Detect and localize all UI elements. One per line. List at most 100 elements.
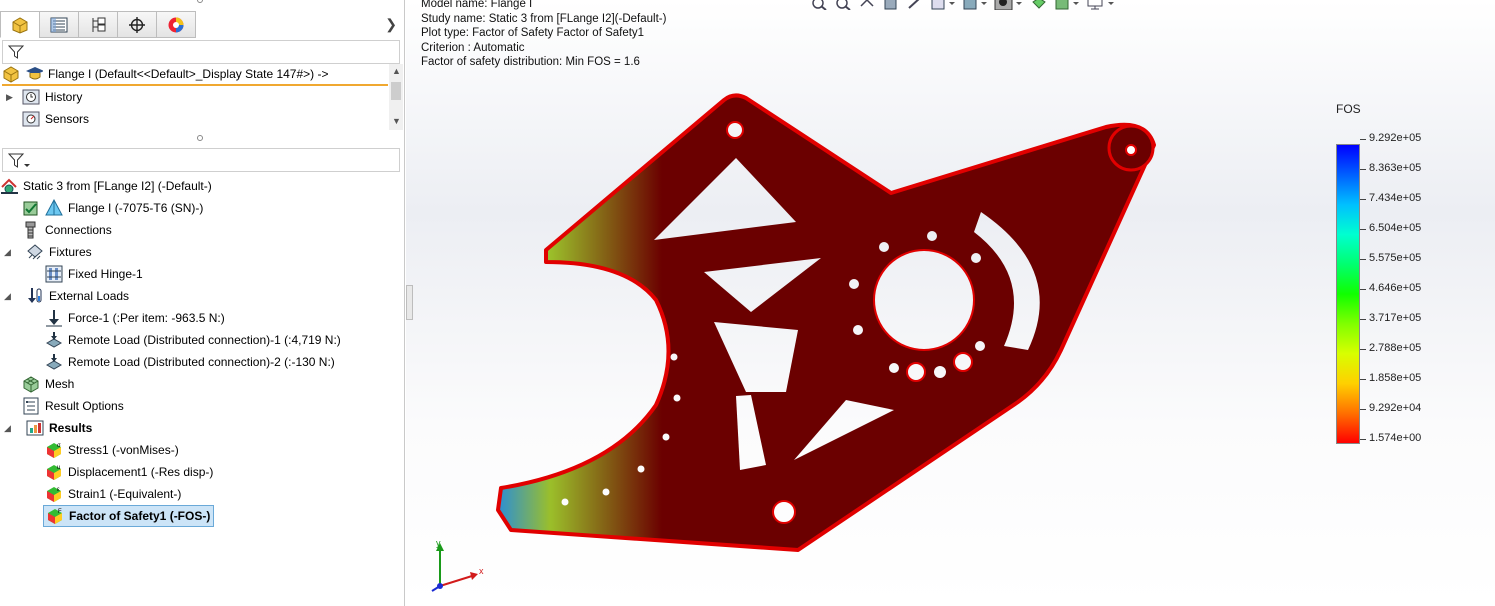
configuration-manager-icon	[92, 17, 106, 32]
tree-item-external-loads[interactable]: ◢ External Loads	[0, 285, 129, 307]
tab-property-manager[interactable]	[39, 11, 79, 38]
scroll-up-icon[interactable]: ▲	[392, 66, 401, 76]
strain-label: Strain1 (-Equivalent-)	[68, 487, 182, 501]
tree-item-results[interactable]: ◢ Results	[0, 417, 92, 439]
splitter-grip-icon[interactable]	[197, 135, 203, 141]
study-root-label: Static 3 from [FLange I2] (-Default-)	[23, 179, 212, 193]
collapse-arrow-icon[interactable]: ◢	[4, 423, 14, 433]
tree-item-fixtures[interactable]: ◢ Fixtures	[0, 241, 92, 263]
tree-item-label: History	[45, 90, 83, 104]
feature-manager-icon	[12, 16, 28, 34]
manager-tabs: ❯	[0, 8, 405, 38]
tree-item-connections[interactable]: Connections	[22, 219, 112, 241]
fixed-hinge-label: Fixed Hinge-1	[68, 267, 143, 281]
history-icon	[22, 88, 40, 106]
solid-body-check-icon	[22, 199, 40, 217]
tree-item-fixed-hinge[interactable]: Fixed Hinge-1	[45, 263, 143, 285]
legend-tick-label: 5.575e+05	[1359, 252, 1422, 264]
collapse-arrow-icon[interactable]: ◢	[4, 247, 14, 257]
tree-item-strain[interactable]: ε Strain1 (-Equivalent-)	[45, 483, 181, 505]
tree-item-remote-load-1[interactable]: Remote Load (Distributed connection)-1 (…	[45, 329, 341, 351]
svg-text:σ: σ	[57, 443, 61, 449]
remote-load-1-label: Remote Load (Distributed connection)-1 (…	[68, 333, 341, 347]
scroll-down-icon[interactable]: ▼	[392, 116, 401, 126]
tree-item-remote-load-2[interactable]: Remote Load (Distributed connection)-2 (…	[45, 351, 335, 373]
legend-title: FOS	[1336, 102, 1361, 116]
mesh-icon	[22, 375, 40, 393]
chevron-right-icon[interactable]: ❯	[385, 16, 397, 33]
panel-grip-icon[interactable]	[197, 0, 203, 3]
tab-configuration-manager[interactable]	[78, 11, 118, 38]
study-tree-root[interactable]: Static 3 from [FLange I2] (-Default-)	[0, 175, 212, 197]
stress-plot-icon: σ	[45, 441, 63, 459]
svg-text:u: u	[57, 465, 60, 471]
legend-tick-label: 1.858e+05	[1359, 372, 1422, 384]
tree-filter-2[interactable]	[2, 148, 400, 172]
svg-text:F: F	[58, 509, 62, 515]
fos-color-scale	[1336, 144, 1360, 444]
tree-item-mesh[interactable]: Mesh	[22, 373, 74, 395]
dimxpert-icon	[129, 16, 145, 33]
mesh-label: Mesh	[45, 377, 75, 391]
external-loads-icon	[26, 287, 44, 305]
force-label: Force-1 (:Per item: -963.5 N:)	[68, 311, 225, 325]
svg-text:ε: ε	[57, 487, 60, 493]
connections-icon	[22, 221, 40, 239]
tree-item-sensors[interactable]: Sensors	[22, 108, 89, 130]
axis-triad: y x	[431, 538, 484, 592]
filter-dropdown-icon	[8, 153, 30, 168]
fos-plot-model[interactable]	[406, 0, 1495, 606]
fos-label: Factor of Safety1 (-FOS-)	[69, 509, 211, 523]
tab-display-manager[interactable]	[156, 11, 196, 38]
displacement-label: Displacement1 (-Res disp-)	[68, 465, 214, 479]
fos-plot-icon: F	[46, 507, 64, 525]
legend-tick-label: 4.646e+05	[1359, 282, 1422, 294]
tree-item-result-options[interactable]: Result Options	[22, 395, 124, 417]
triad-y-label: y	[436, 538, 441, 548]
result-options-label: Result Options	[45, 399, 124, 413]
model-tree-root[interactable]: Flange I (Default<<Default>_Display Stat…	[2, 64, 388, 86]
result-options-icon	[22, 397, 40, 415]
feature-manager-panel: ❯ Flange I (Default<<Default>_Display St…	[0, 0, 405, 606]
remote-load-icon	[45, 353, 63, 371]
tab-dimxpert[interactable]	[117, 11, 157, 38]
graphics-viewport[interactable]: Model name: Flange I Study name: Static …	[406, 0, 1495, 606]
model-tree-pane: Flange I (Default<<Default>_Display Stat…	[0, 64, 388, 130]
connections-label: Connections	[45, 223, 112, 237]
legend-tick-label: 9.292e+05	[1359, 132, 1422, 144]
filter-icon	[8, 45, 24, 59]
legend-tick-label: 6.504e+05	[1359, 222, 1422, 234]
stress-label: Stress1 (-vonMises-)	[68, 443, 179, 457]
tree-item-history[interactable]: ▶ History	[0, 86, 82, 108]
tree-item-stress[interactable]: σ Stress1 (-vonMises-)	[45, 439, 179, 461]
results-folder-icon	[26, 419, 44, 437]
model-tree-scrollbar[interactable]: ▲ ▼	[389, 64, 403, 130]
displacement-plot-icon: u	[45, 463, 63, 481]
pane-splitter[interactable]	[0, 134, 405, 142]
tree-item-factor-of-safety[interactable]: F Factor of Safety1 (-FOS-)	[43, 505, 215, 527]
legend-tick-label: 1.574e+00	[1359, 432, 1422, 444]
sensors-icon	[22, 110, 40, 128]
tree-filter-1[interactable]	[2, 40, 400, 64]
fixtures-icon	[26, 243, 44, 261]
collapse-arrow-icon[interactable]: ◢	[4, 291, 14, 301]
tab-feature-manager[interactable]	[0, 11, 40, 38]
part-icon	[2, 65, 20, 83]
part-label: Flange I (-7075-T6 (SN)-)	[68, 201, 204, 215]
fixtures-label: Fixtures	[49, 245, 92, 259]
display-manager-icon	[168, 17, 184, 32]
legend-tick-label: 8.363e+05	[1359, 162, 1422, 174]
results-label: Results	[49, 421, 93, 435]
scroll-thumb[interactable]	[391, 82, 401, 100]
expand-arrow-icon[interactable]: ▶	[6, 92, 16, 102]
tree-item-label: Sensors	[45, 112, 90, 126]
legend-tick-label: 7.434e+05	[1359, 192, 1422, 204]
triad-x-label: x	[479, 566, 484, 576]
tree-item-part[interactable]: Flange I (-7075-T6 (SN)-)	[22, 197, 203, 219]
tree-item-force[interactable]: Force-1 (:Per item: -963.5 N:)	[45, 307, 225, 329]
strain-plot-icon: ε	[45, 485, 63, 503]
tree-item-displacement[interactable]: u Displacement1 (-Res disp-)	[45, 461, 213, 483]
external-loads-label: External Loads	[49, 289, 130, 303]
model-tree-root-label: Flange I (Default<<Default>_Display Stat…	[48, 67, 329, 81]
study-icon	[25, 65, 43, 83]
